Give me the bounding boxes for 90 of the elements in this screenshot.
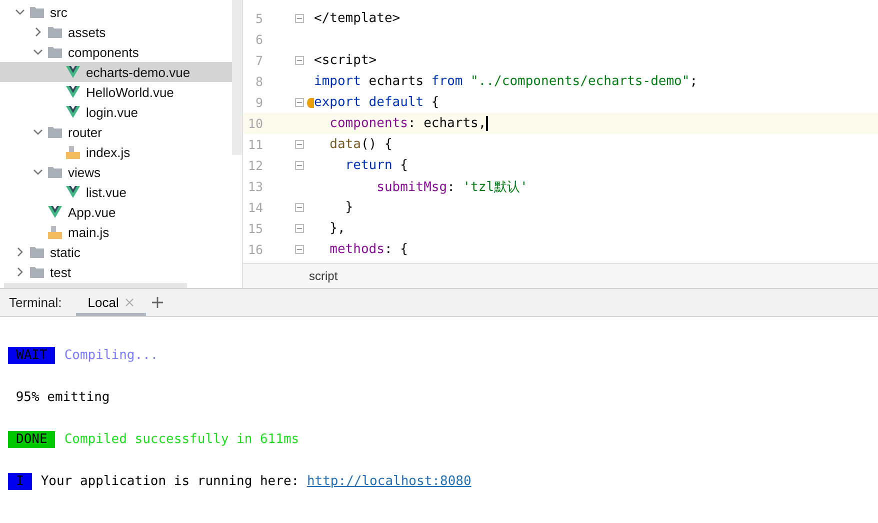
line-number: 9 <box>254 95 263 110</box>
terminal-label: Terminal: <box>9 295 62 310</box>
code-line: }, <box>328 221 346 236</box>
tree-item-label: router <box>68 124 102 140</box>
tab-label: Local <box>88 295 119 310</box>
code-line: data() { <box>328 137 392 152</box>
line-number: 10 <box>246 116 263 131</box>
tree-item-label: assets <box>68 24 106 40</box>
line-number: 15 <box>246 221 263 236</box>
fold-icon[interactable] <box>295 56 304 65</box>
tree-item[interactable]: components <box>0 42 232 62</box>
bulb-icon[interactable] <box>307 98 314 108</box>
tree-item[interactable]: test <box>0 262 232 282</box>
scrollbar[interactable] <box>4 283 187 288</box>
tree-item[interactable]: src <box>0 2 232 22</box>
fold-icon[interactable] <box>295 161 304 170</box>
terminal-tab[interactable]: Local <box>76 289 146 316</box>
js-file-icon <box>66 146 80 158</box>
code-line: methods: { <box>328 242 408 257</box>
tree-item[interactable]: App.vue <box>0 202 232 222</box>
vue-file-icon <box>66 86 80 98</box>
tree-item[interactable]: list.vue <box>0 182 232 202</box>
tree-item[interactable]: HelloWorld.vue <box>0 82 232 102</box>
tree-item[interactable]: login.vue <box>0 102 232 122</box>
code-line: } <box>344 200 354 215</box>
line-number: 16 <box>246 242 263 257</box>
tree-item-label: list.vue <box>86 184 126 200</box>
terminal-output: 95% emitting <box>14 390 110 405</box>
tree-item-label: main.js <box>68 224 110 240</box>
code-line: <script> <box>314 53 377 68</box>
code-line: export default { <box>314 95 440 110</box>
breadcrumb[interactable]: script <box>309 269 338 283</box>
code-line: components: echarts, <box>328 116 488 132</box>
tree-item-label: HelloWorld.vue <box>86 84 174 100</box>
vue-file-icon <box>66 186 80 198</box>
status-badge: WAIT <box>8 347 56 364</box>
folder-icon <box>48 46 62 58</box>
tree-item[interactable]: assets <box>0 22 232 42</box>
fold-icon[interactable] <box>295 14 304 23</box>
tree-item[interactable]: echarts-demo.vue <box>0 62 232 82</box>
tree-item-label: views <box>68 164 101 180</box>
code-line: submitMsg: 'tzl默认' <box>376 178 528 196</box>
tree-item-label: src <box>50 4 68 20</box>
terminal-output: Your application is running here: <box>40 474 300 489</box>
terminal-output: Compiling... <box>64 348 158 363</box>
tree-item[interactable]: static <box>0 242 232 262</box>
tree-item-label: static <box>50 244 80 260</box>
fold-icon[interactable] <box>295 98 304 107</box>
fold-icon[interactable] <box>295 203 304 212</box>
terminal-output: Compiled successfully in 611ms <box>64 432 300 447</box>
fold-icon[interactable] <box>295 140 304 149</box>
line-number: 13 <box>246 179 263 194</box>
add-icon[interactable] <box>152 297 163 308</box>
status-badge: DONE <box>8 431 56 448</box>
folder-icon <box>30 6 44 18</box>
line-number: 12 <box>246 158 263 173</box>
line-number: 8 <box>254 74 263 89</box>
tree-item[interactable]: main.js <box>0 222 232 242</box>
folder-icon <box>30 266 44 278</box>
tree-item-label: login.vue <box>86 104 138 120</box>
vue-file-icon <box>48 206 62 218</box>
code-line: return { <box>344 158 408 173</box>
code-line: </template> <box>314 11 400 26</box>
folder-icon <box>48 26 62 38</box>
tree-item[interactable]: views <box>0 162 232 182</box>
close-icon[interactable] <box>124 298 134 307</box>
tree-item[interactable]: index.js <box>0 142 232 162</box>
vue-file-icon <box>66 66 80 78</box>
tree-item-label: echarts-demo.vue <box>86 64 190 80</box>
folder-icon <box>30 246 44 258</box>
line-number: 11 <box>246 137 263 152</box>
line-number: 7 <box>254 53 263 68</box>
fold-icon[interactable] <box>295 245 304 254</box>
line-number: 14 <box>246 200 263 215</box>
tree-item-label: test <box>50 264 71 280</box>
code-line: import echarts from "../components/echarts-demo"; <box>314 74 698 89</box>
scrollbar[interactable] <box>232 0 242 155</box>
tree-item-label: App.vue <box>68 204 116 220</box>
line-number: 6 <box>254 32 263 47</box>
tree-item-label: index.js <box>86 144 130 160</box>
vue-file-icon <box>66 106 80 118</box>
line-number: 5 <box>254 11 263 26</box>
folder-icon <box>48 166 62 178</box>
fold-icon[interactable] <box>295 224 304 233</box>
js-file-icon <box>48 226 62 238</box>
status-badge: I <box>8 473 32 490</box>
url-link[interactable]: http://localhost:8080 <box>306 474 472 489</box>
folder-icon <box>48 126 62 138</box>
tree-item[interactable]: router <box>0 122 232 142</box>
tree-item-label: components <box>68 44 139 60</box>
